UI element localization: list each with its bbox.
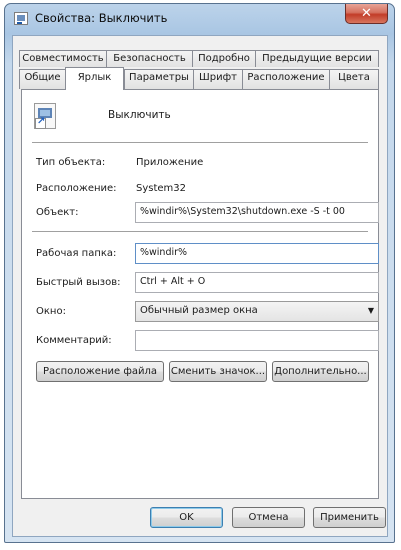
title-bar[interactable]: Свойства: Выключить ✕ bbox=[5, 4, 394, 34]
properties-window: Свойства: Выключить ✕ Совместимость Безо… bbox=[4, 3, 395, 543]
divider bbox=[32, 231, 368, 233]
type-value: Приложение bbox=[136, 157, 204, 168]
open-file-location-button[interactable]: Расположение файла bbox=[36, 361, 164, 382]
comment-input[interactable] bbox=[135, 330, 379, 351]
run-window-label: Окно: bbox=[36, 306, 66, 317]
chevron-down-icon[interactable]: ▼ bbox=[368, 306, 374, 315]
hotkey-input[interactable]: Ctrl + Alt + O bbox=[135, 272, 379, 293]
tab-shortcut[interactable]: Ярлык bbox=[65, 67, 124, 90]
comment-label: Комментарий: bbox=[36, 335, 112, 346]
run-window-select[interactable]: Обычный размер окна ▼ bbox=[135, 301, 379, 322]
shortcut-icon bbox=[34, 103, 56, 129]
tab-general[interactable]: Общие bbox=[19, 69, 66, 89]
location-label: Расположение: bbox=[36, 183, 117, 194]
change-icon-button[interactable]: Сменить значок... bbox=[169, 361, 267, 382]
target-label: Объект: bbox=[36, 207, 79, 218]
close-button[interactable]: ✕ bbox=[345, 4, 388, 24]
cancel-button[interactable]: Отмена bbox=[232, 507, 305, 528]
hotkey-label: Быстрый вызов: bbox=[36, 277, 121, 288]
advanced-button[interactable]: Дополнительно... bbox=[272, 361, 369, 382]
type-label: Тип объекта: bbox=[36, 157, 106, 168]
ok-button[interactable]: OK bbox=[150, 507, 223, 528]
shortcut-arrow-icon bbox=[35, 116, 46, 129]
window-shortcut-icon bbox=[14, 12, 28, 25]
apply-button[interactable]: Применить bbox=[313, 507, 386, 528]
tab-previous-versions[interactable]: Предыдущие версии bbox=[255, 50, 379, 67]
tab-security[interactable]: Безопасность bbox=[106, 50, 193, 67]
shortcut-tab-panel: Выключить Тип объекта: Приложение Распол… bbox=[21, 89, 379, 499]
dialog-client-area: Совместимость Безопасность Подробно Пред… bbox=[12, 35, 388, 537]
divider bbox=[32, 142, 368, 144]
tab-compatibility[interactable]: Совместимость bbox=[19, 50, 107, 67]
start-in-input[interactable]: %windir% bbox=[135, 243, 379, 264]
tab-colors[interactable]: Цвета bbox=[329, 69, 379, 89]
tab-options[interactable]: Параметры bbox=[124, 69, 194, 89]
start-in-label: Рабочая папка: bbox=[36, 248, 117, 259]
run-window-value: Обычный размер окна bbox=[140, 305, 258, 316]
window-title: Свойства: Выключить bbox=[35, 11, 168, 25]
tab-details[interactable]: Подробно bbox=[192, 50, 256, 67]
tab-layout[interactable]: Расположение bbox=[242, 69, 330, 89]
target-input[interactable]: %windir%\System32\shutdown.exe -S -t 00 bbox=[135, 202, 379, 223]
shortcut-name: Выключить bbox=[108, 109, 171, 121]
tab-font[interactable]: Шрифт bbox=[193, 69, 243, 89]
location-value: System32 bbox=[136, 183, 187, 194]
